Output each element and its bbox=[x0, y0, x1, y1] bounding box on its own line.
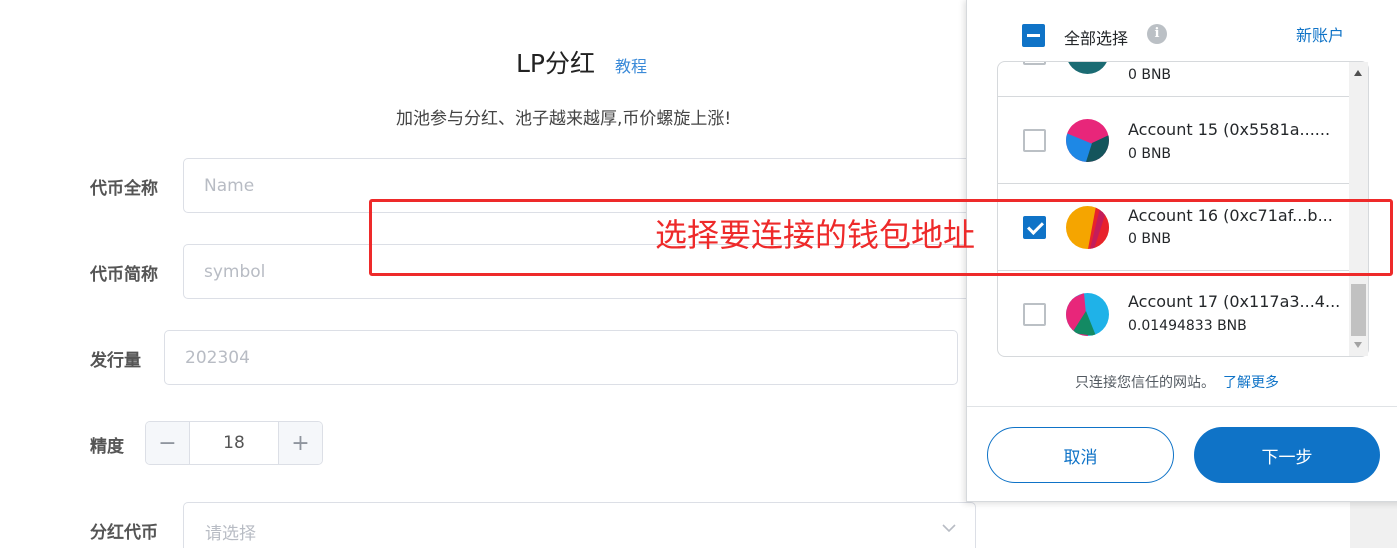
select-all-checkbox[interactable] bbox=[1022, 24, 1045, 47]
annotation-text: 选择要连接的钱包地址 bbox=[655, 216, 976, 254]
page-title: LP分红 bbox=[516, 49, 596, 78]
account-balance: 0 BNB bbox=[1128, 67, 1172, 83]
dividend-token-label: 分红代币 bbox=[90, 523, 158, 543]
token-symbol-label: 代币简称 bbox=[90, 265, 158, 285]
decrement-button[interactable]: − bbox=[146, 422, 190, 464]
account-name: Account 17 (0x117a3...4... bbox=[1128, 292, 1341, 311]
account-avatar bbox=[1066, 119, 1109, 162]
scroll-down-icon[interactable] bbox=[1354, 342, 1362, 348]
supply-input[interactable] bbox=[164, 330, 958, 385]
page-subtitle: 加池参与分红、池子越来越厚,币价螺旋上涨! bbox=[396, 109, 732, 129]
chevron-down-icon bbox=[942, 524, 956, 533]
learn-more-link[interactable]: 了解更多 bbox=[1223, 375, 1279, 391]
decimals-value[interactable]: 18 bbox=[190, 422, 278, 464]
account-name: Account 15 (0x5581a...... bbox=[1128, 120, 1331, 139]
account-checkbox[interactable] bbox=[1023, 62, 1046, 65]
account-avatar bbox=[1066, 62, 1109, 74]
trust-note-text: 只连接您信任的网站。 bbox=[1075, 375, 1215, 391]
account-checkbox[interactable] bbox=[1023, 129, 1046, 152]
scroll-thumb[interactable] bbox=[1351, 284, 1366, 336]
info-icon[interactable]: i bbox=[1147, 24, 1167, 44]
token-name-label: 代币全称 bbox=[90, 179, 158, 199]
cancel-button[interactable]: 取消 bbox=[987, 427, 1174, 483]
page-header: LP分红 教程 bbox=[516, 44, 647, 80]
divider bbox=[967, 406, 1397, 407]
account-checkbox[interactable] bbox=[1023, 303, 1046, 326]
account-row[interactable]: Account 17 (0x117a3...4... 0.01494833 BN… bbox=[998, 271, 1350, 356]
account-balance: 0 BNB bbox=[1128, 146, 1172, 162]
scroll-up-icon[interactable] bbox=[1354, 70, 1362, 76]
decimals-stepper: − 18 + bbox=[145, 421, 323, 465]
dividend-token-placeholder: 请选择 bbox=[205, 524, 256, 544]
account-row[interactable]: Account 15 (0x5581a...... 0 BNB bbox=[998, 97, 1350, 184]
new-account-link[interactable]: 新账户 bbox=[1296, 22, 1344, 46]
next-button[interactable]: 下一步 bbox=[1194, 427, 1380, 483]
decimals-label: 精度 bbox=[90, 437, 124, 457]
increment-button[interactable]: + bbox=[278, 422, 322, 464]
trust-note: 只连接您信任的网站。 了解更多 bbox=[1075, 372, 1279, 392]
account-balance: 0.01494833 BNB bbox=[1128, 318, 1247, 334]
tutorial-link[interactable]: 教程 bbox=[615, 53, 647, 77]
account-row[interactable]: 0 BNB bbox=[998, 62, 1350, 97]
select-all-label: 全部选择 bbox=[1064, 29, 1129, 48]
dividend-token-select[interactable]: 请选择 bbox=[183, 502, 976, 548]
account-avatar bbox=[1066, 293, 1109, 336]
supply-label: 发行量 bbox=[90, 351, 141, 371]
